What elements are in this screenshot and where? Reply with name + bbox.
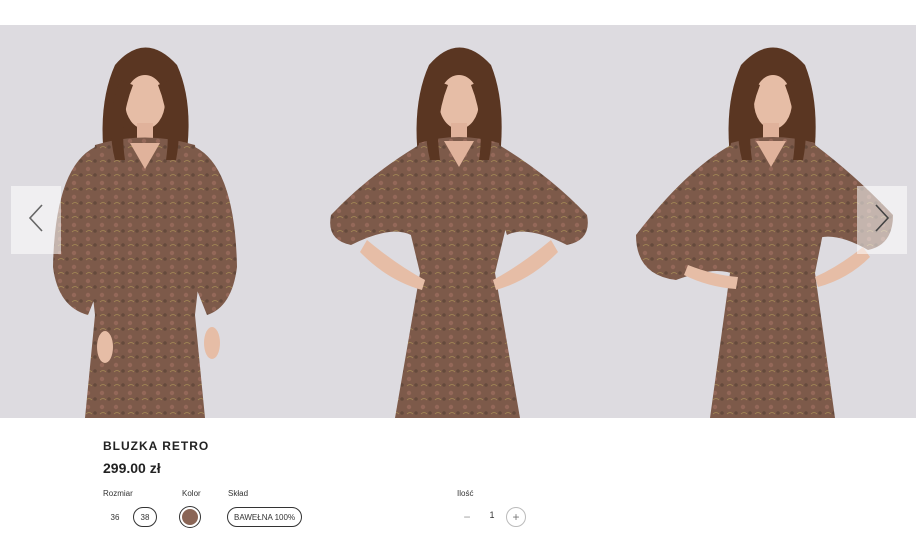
plus-icon: + — [512, 510, 520, 524]
product-title: BLUZKA RETRO — [103, 439, 210, 453]
composition-badge: BAWEŁNA 100% — [227, 507, 303, 527]
composition-label: Skład — [228, 489, 249, 498]
size-option-38[interactable]: 38 — [133, 507, 157, 527]
quantity-decrease-button[interactable]: − — [458, 508, 476, 526]
product-image-gallery — [0, 25, 916, 418]
gallery-next-button[interactable] — [857, 186, 907, 254]
quantity-increase-button[interactable]: + — [506, 507, 526, 527]
product-price: 299.00 zł — [103, 460, 161, 476]
product-image-hands-on-hips — [307, 25, 611, 418]
quantity-value: 1 — [489, 510, 495, 520]
chevron-right-icon — [873, 203, 891, 238]
size-label: Rozmiar — [103, 489, 133, 498]
chevron-left-icon — [27, 203, 45, 238]
gallery-prev-button[interactable] — [11, 186, 61, 254]
quantity-label: Ilość — [457, 489, 474, 498]
color-swatch-fill — [182, 509, 198, 525]
size-option-36[interactable]: 36 — [104, 507, 126, 527]
color-label: Kolor — [182, 489, 201, 498]
color-swatch-button[interactable] — [179, 506, 201, 528]
minus-icon: − — [463, 510, 471, 524]
